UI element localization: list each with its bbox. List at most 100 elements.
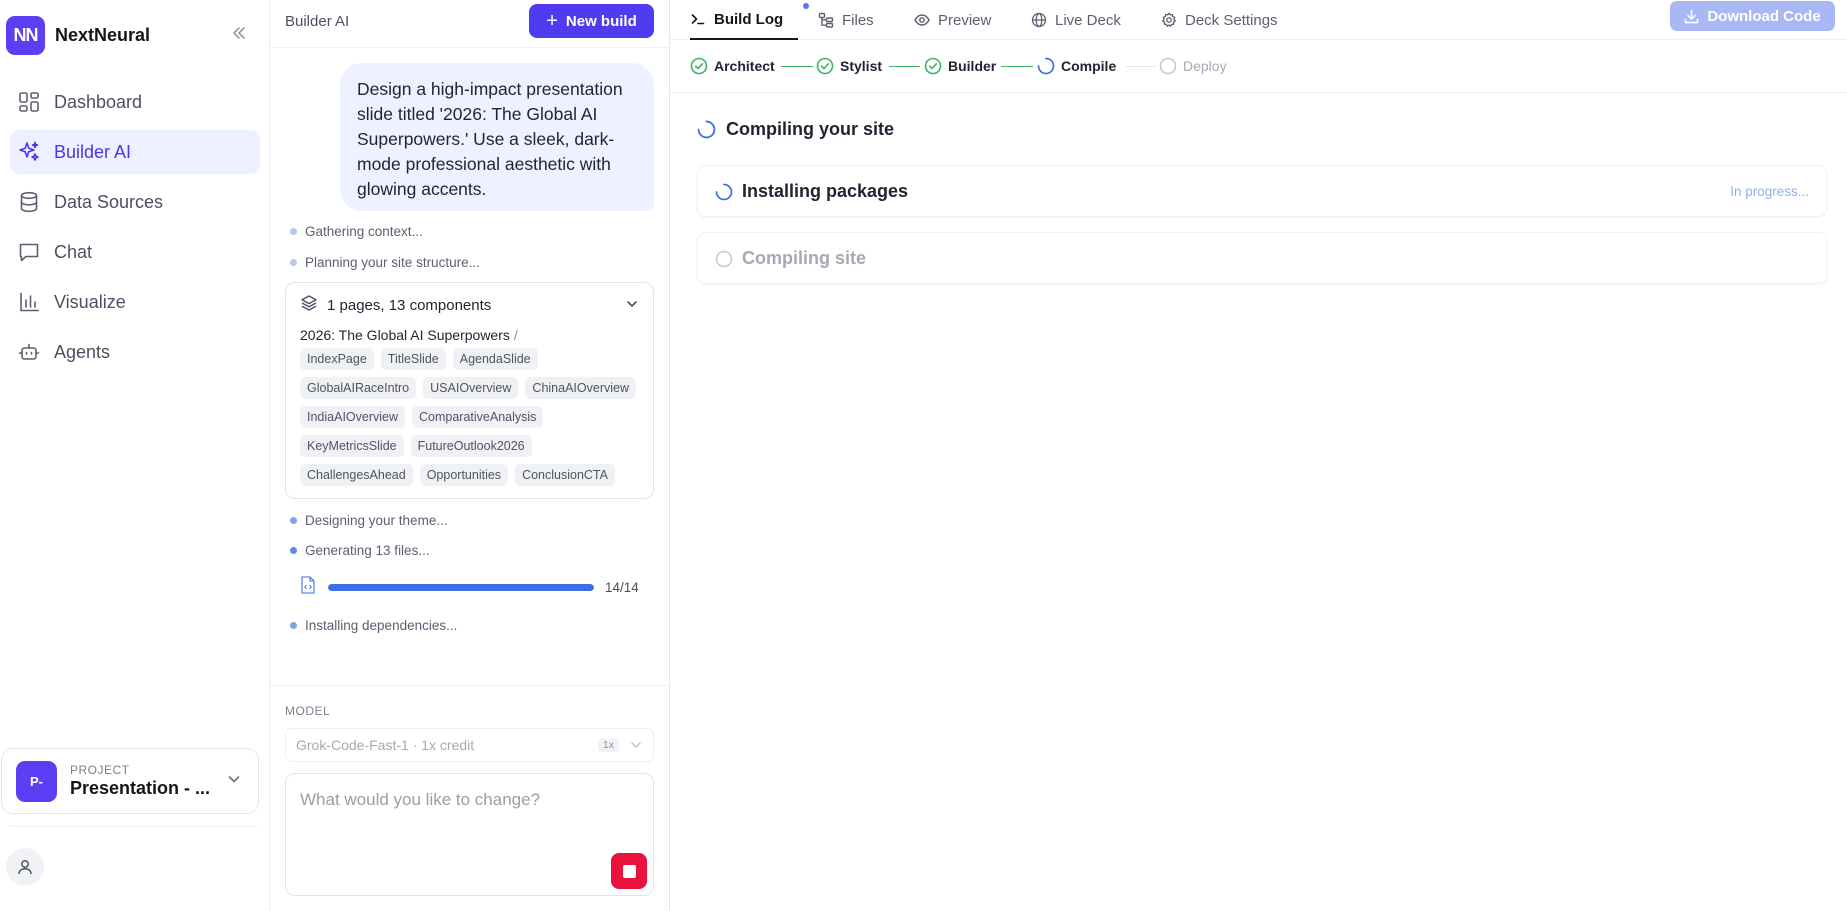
brand-name: NextNeural bbox=[55, 25, 151, 45]
gear-icon bbox=[1161, 12, 1177, 28]
component-chip: IndiaAIOverview bbox=[300, 406, 406, 428]
robot-icon bbox=[16, 339, 42, 365]
component-chip: TitleSlide bbox=[380, 348, 446, 370]
user-avatar[interactable] bbox=[6, 848, 44, 886]
pending-circle-icon bbox=[1159, 57, 1177, 75]
tab-build-log[interactable]: Build Log bbox=[690, 0, 809, 40]
progress-bar bbox=[328, 583, 594, 591]
components-card: 1 pages, 13 components 2026: The Global … bbox=[285, 282, 654, 499]
tab-deck-settings[interactable]: Deck Settings bbox=[1161, 0, 1278, 40]
progress-bar-fill bbox=[328, 583, 594, 591]
progress-count: 14/14 bbox=[605, 579, 639, 595]
sidebar-item-visualize[interactable]: Visualize bbox=[10, 280, 260, 324]
sidebar-item-data-sources[interactable]: Data Sources bbox=[10, 180, 260, 224]
pipeline-connector bbox=[781, 66, 813, 67]
download-icon bbox=[1684, 9, 1699, 24]
stage-compile: Compile bbox=[1037, 57, 1116, 75]
log-item-label: Compiling site bbox=[742, 248, 867, 268]
sidebar: NN NextNeural Dashboard Builder AI Data … bbox=[0, 0, 270, 911]
expand-components-button[interactable] bbox=[625, 297, 639, 315]
project-avatar: P- bbox=[16, 760, 57, 802]
sidebar-item-chat[interactable]: Chat bbox=[10, 230, 260, 274]
breadcrumb-separator: / bbox=[513, 327, 518, 343]
user-message: Design a high-impact presentation slide … bbox=[340, 63, 654, 211]
page-title: 2026: The Global AI Superpowers / bbox=[300, 327, 518, 343]
chat-icon bbox=[16, 239, 42, 265]
credit-badge: 1x bbox=[597, 738, 619, 752]
log-item-label: Installing packages bbox=[742, 181, 909, 201]
step-dot bbox=[290, 517, 297, 524]
sidebar-item-label: Chat bbox=[54, 241, 93, 262]
component-chip: USAIOverview bbox=[423, 377, 519, 399]
sidebar-item-label: Builder AI bbox=[54, 141, 132, 162]
tab-preview[interactable]: Preview bbox=[914, 0, 991, 40]
pipeline-connector bbox=[889, 66, 920, 67]
stage-deploy: Deploy bbox=[1159, 57, 1227, 75]
tab-label: Preview bbox=[938, 11, 992, 29]
components-summary: 1 pages, 13 components bbox=[300, 294, 491, 316]
chat-divider bbox=[270, 685, 670, 686]
builder-chat-panel: Builder AI + New build Design a high-imp… bbox=[270, 0, 670, 911]
component-chip: GlobalAIRaceIntro bbox=[300, 377, 417, 399]
stage-label: Architect bbox=[714, 58, 775, 74]
project-name: Presentation - ... bbox=[70, 778, 211, 798]
chevron-down-icon bbox=[629, 738, 643, 755]
step-generating-files: Generating 13 files... bbox=[290, 543, 430, 558]
project-kicker: PROJECT bbox=[70, 763, 130, 777]
prompt-input[interactable] bbox=[300, 790, 630, 810]
chevron-down-icon bbox=[627, 301, 637, 307]
sidebar-item-builder-ai[interactable]: Builder AI bbox=[10, 130, 260, 174]
pipeline-connector bbox=[1001, 66, 1033, 67]
component-chip: ConclusionCTA bbox=[515, 464, 615, 486]
component-chip: ChinaAIOverview bbox=[525, 377, 636, 399]
stop-button[interactable] bbox=[611, 853, 647, 889]
user-icon bbox=[18, 860, 32, 875]
chat-title: Builder AI bbox=[285, 13, 350, 30]
pending-circle-icon bbox=[715, 250, 733, 268]
step-dot bbox=[290, 622, 297, 629]
bar-chart-icon bbox=[16, 289, 42, 315]
tab-live-deck[interactable]: Live Deck bbox=[1031, 0, 1121, 40]
check-circle-icon bbox=[924, 57, 942, 75]
check-circle-icon bbox=[690, 57, 708, 75]
download-label: Download Code bbox=[1707, 7, 1821, 25]
sidebar-item-dashboard[interactable]: Dashboard bbox=[10, 80, 260, 124]
sidebar-divider bbox=[10, 826, 258, 827]
download-code-button[interactable]: Download Code bbox=[1670, 1, 1835, 31]
model-label: MODEL bbox=[285, 704, 331, 718]
step-dot bbox=[290, 259, 297, 266]
new-build-button[interactable]: + New build bbox=[529, 4, 654, 38]
sidebar-nav: Dashboard Builder AI Data Sources Chat V… bbox=[0, 80, 270, 380]
tab-label: Live Deck bbox=[1055, 11, 1121, 29]
stop-icon bbox=[622, 864, 636, 878]
pipeline-connector bbox=[1126, 66, 1156, 67]
sidebar-item-label: Data Sources bbox=[54, 191, 164, 212]
stage-label: Stylist bbox=[840, 58, 883, 74]
step-installing-dependencies: Installing dependencies... bbox=[290, 618, 457, 633]
brand[interactable]: NN NextNeural bbox=[6, 16, 150, 55]
step-label: Generating 13 files... bbox=[305, 543, 430, 558]
project-switcher[interactable]: P- PROJECT Presentation - ... bbox=[1, 748, 259, 814]
component-chip: IndexPage bbox=[300, 348, 374, 370]
tab-label: Deck Settings bbox=[1185, 11, 1278, 29]
tab-files[interactable]: Files bbox=[818, 0, 874, 40]
brand-logo: NN bbox=[6, 16, 45, 55]
build-pipeline: Architect Stylist Builder Compile Deploy bbox=[670, 41, 1847, 93]
sidebar-item-label: Dashboard bbox=[54, 91, 143, 112]
component-chip: FutureOutlook2026 bbox=[410, 435, 532, 457]
unread-dot bbox=[803, 3, 809, 9]
spinner-icon bbox=[715, 183, 733, 201]
log-title: Compiling your site bbox=[726, 119, 895, 139]
file-tree-icon bbox=[818, 12, 834, 28]
collapse-sidebar-button[interactable] bbox=[228, 22, 250, 44]
chevrons-left-icon bbox=[233, 27, 245, 39]
step-label: Installing dependencies... bbox=[305, 618, 458, 633]
check-circle-icon bbox=[816, 57, 834, 75]
stage-label: Deploy bbox=[1183, 58, 1227, 74]
new-build-label: New build bbox=[565, 12, 637, 30]
sidebar-item-agents[interactable]: Agents bbox=[10, 330, 260, 374]
log-item-status: In progress... bbox=[1730, 184, 1809, 199]
build-log-panel: Build Log Files Preview Live Deck Deck S… bbox=[670, 0, 1847, 911]
layers-icon bbox=[300, 294, 318, 316]
model-select[interactable]: Grok-Code-Fast-1 · 1x credit 1x bbox=[285, 728, 654, 762]
